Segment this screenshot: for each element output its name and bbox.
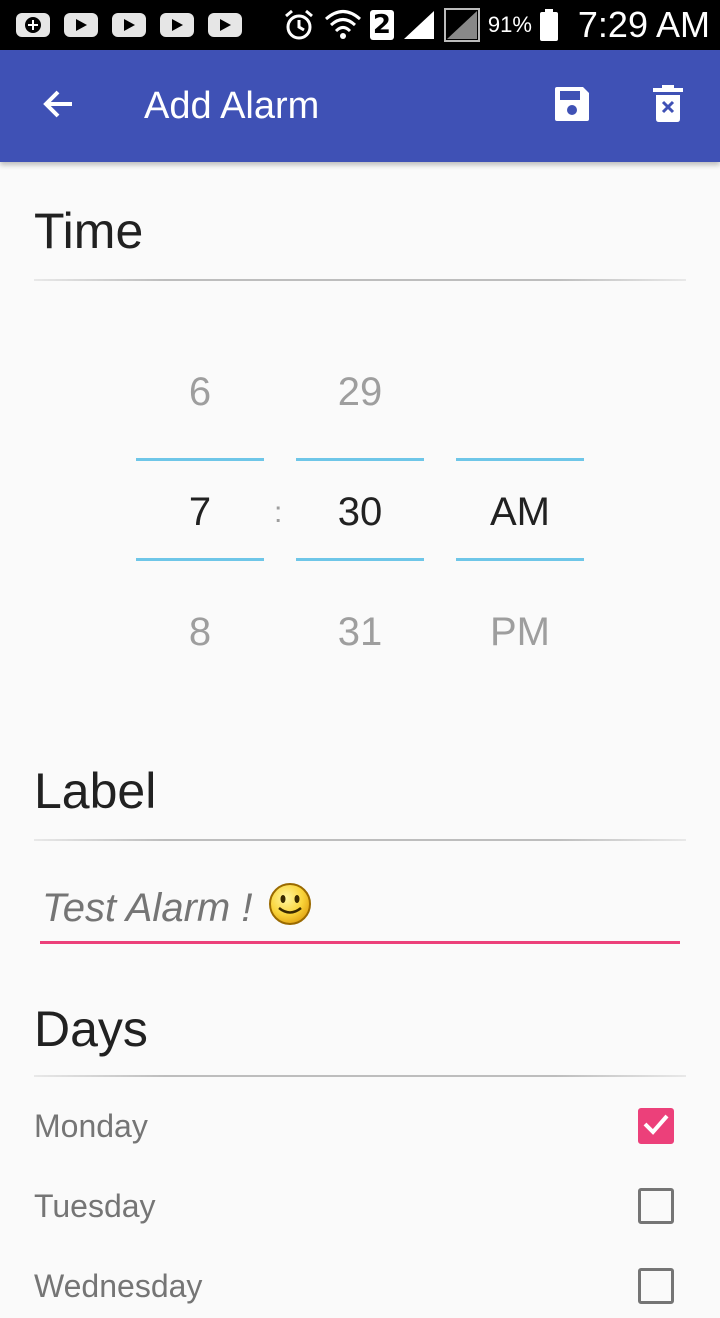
day-label: Wednesday bbox=[34, 1267, 203, 1304]
time-section-title: Time bbox=[34, 203, 144, 259]
day-row-tuesday[interactable]: Tuesday bbox=[34, 1174, 686, 1238]
day-checkbox-wednesday[interactable] bbox=[638, 1268, 674, 1304]
youtube-notification-icon bbox=[112, 13, 146, 37]
label-field[interactable] bbox=[40, 882, 680, 944]
status-time: 7:29 AM bbox=[577, 4, 710, 45]
back-button[interactable] bbox=[30, 78, 86, 134]
alarm-form: Time 6 7 8 : 29 30 31 AM PM Label Test A… bbox=[0, 162, 720, 1304]
add-notification-icon bbox=[16, 13, 50, 37]
day-row-monday[interactable]: Monday bbox=[34, 1094, 686, 1158]
label-divider bbox=[34, 839, 686, 841]
battery-percent: 91% bbox=[487, 12, 532, 37]
status-bar: 2 91% 7:29 AM bbox=[0, 0, 720, 50]
days-section-title: Days bbox=[34, 1001, 148, 1057]
notification-icons bbox=[16, 13, 242, 37]
ampm-next[interactable]: PM bbox=[456, 610, 584, 655]
day-label: Tuesday bbox=[34, 1187, 156, 1224]
day-label: Monday bbox=[34, 1107, 148, 1144]
battery-icon bbox=[539, 9, 558, 41]
save-button[interactable] bbox=[542, 76, 602, 136]
time-separator: : bbox=[274, 496, 283, 529]
youtube-notification-icon bbox=[64, 13, 98, 37]
label-section-title: Label bbox=[34, 763, 157, 819]
wifi-icon bbox=[324, 8, 362, 42]
sim-badge: 2 bbox=[369, 10, 394, 40]
ampm-selected[interactable]: AM bbox=[456, 490, 584, 535]
delete-button[interactable] bbox=[638, 76, 698, 136]
minute-top-line bbox=[296, 458, 424, 461]
page-title: Add Alarm bbox=[144, 84, 320, 127]
alarm-clock-icon bbox=[282, 8, 316, 42]
youtube-notification-icon bbox=[160, 13, 194, 37]
delete-icon bbox=[653, 84, 683, 128]
hour-selected[interactable]: 7 bbox=[136, 490, 264, 535]
hour-top-line bbox=[136, 458, 264, 461]
ampm-bottom-line bbox=[456, 558, 584, 561]
minute-prev[interactable]: 29 bbox=[296, 370, 424, 415]
arrow-left-icon bbox=[40, 86, 76, 127]
label-input[interactable] bbox=[40, 886, 264, 931]
day-checkbox-monday[interactable] bbox=[638, 1108, 674, 1144]
days-divider bbox=[34, 1075, 686, 1077]
hour-next[interactable]: 8 bbox=[136, 610, 264, 655]
signal-icon bbox=[443, 8, 480, 42]
minute-bottom-line bbox=[296, 558, 424, 561]
minute-next[interactable]: 31 bbox=[296, 610, 424, 655]
checkmark-icon bbox=[643, 1113, 669, 1140]
smiley-emoji-icon bbox=[268, 882, 312, 931]
hour-bottom-line bbox=[136, 558, 264, 561]
youtube-notification-icon bbox=[208, 13, 242, 37]
day-checkbox-tuesday[interactable] bbox=[638, 1188, 674, 1224]
time-divider bbox=[34, 279, 686, 281]
day-row-wednesday[interactable]: Wednesday bbox=[34, 1254, 686, 1318]
ampm-top-line bbox=[456, 458, 584, 461]
save-icon bbox=[553, 85, 591, 128]
app-bar: Add Alarm bbox=[0, 50, 720, 162]
hour-prev[interactable]: 6 bbox=[136, 370, 264, 415]
minute-selected[interactable]: 30 bbox=[296, 490, 424, 535]
signal-icon bbox=[402, 9, 436, 41]
